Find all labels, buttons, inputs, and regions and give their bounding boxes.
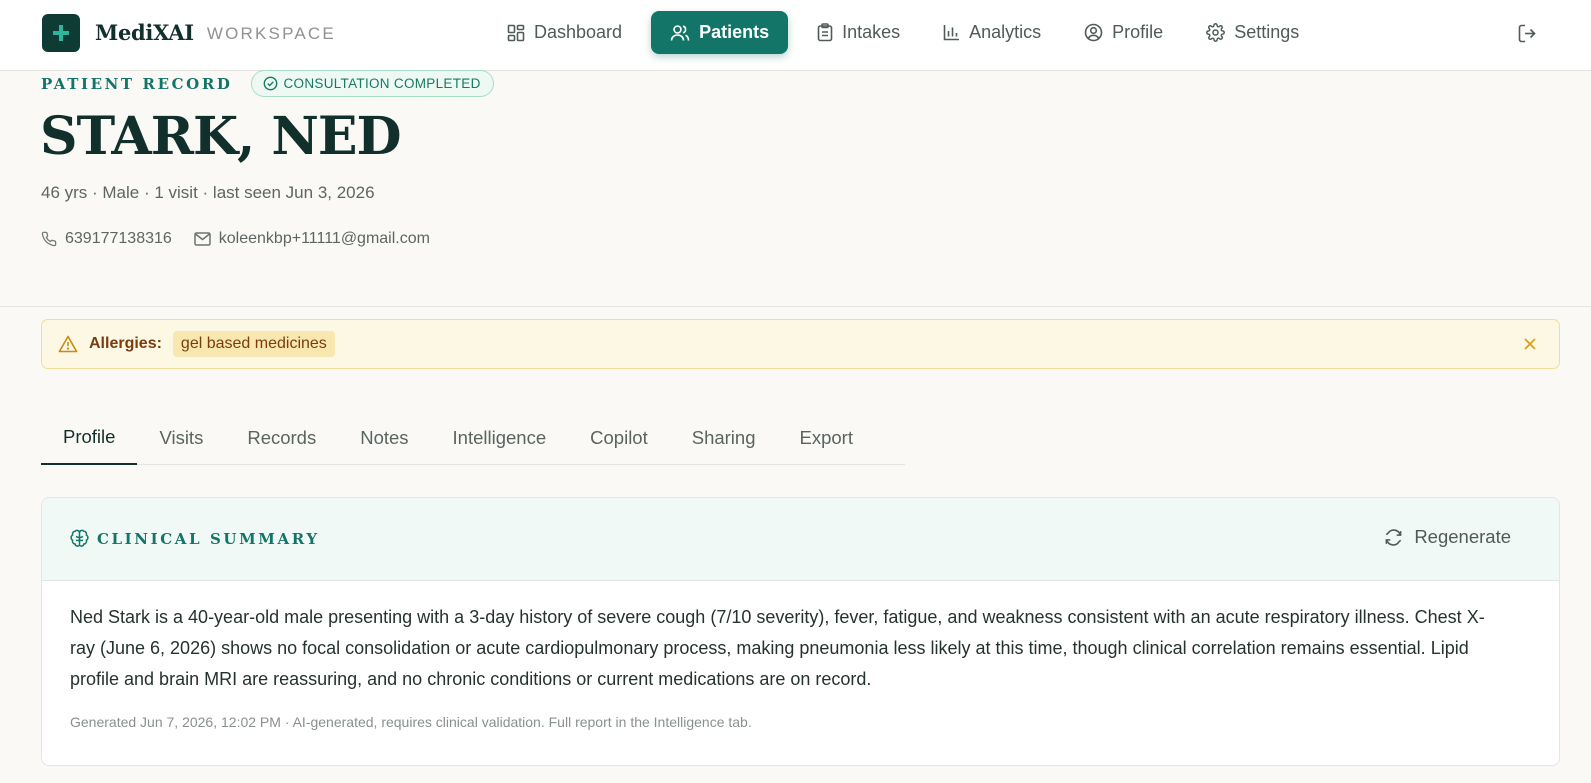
nav-label: Dashboard bbox=[534, 22, 623, 42]
nav-item-dashboard[interactable]: Dashboard bbox=[493, 11, 636, 54]
tab-profile[interactable]: Profile bbox=[41, 410, 138, 465]
tab-export[interactable]: Export bbox=[778, 410, 875, 465]
nav-item-analytics[interactable]: Analytics bbox=[929, 11, 1055, 54]
nav-label: Intakes bbox=[842, 22, 901, 42]
header-divider bbox=[0, 306, 1591, 307]
clinical-summary-card: CLINICAL SUMMARY Regenerate Ned Stark is… bbox=[41, 497, 1560, 766]
generated-footnote: Generated Jun 7, 2026, 12:02 PM · AI-gen… bbox=[70, 714, 752, 730]
clipboard-icon bbox=[817, 23, 833, 42]
tab-visits[interactable]: Visits bbox=[137, 410, 225, 465]
bar-chart-icon bbox=[943, 25, 960, 41]
allergy-chip: gel based medicines bbox=[172, 331, 335, 357]
plus-cross-icon bbox=[42, 13, 80, 52]
mail-icon bbox=[194, 232, 211, 246]
regenerate-label: Regenerate bbox=[1414, 526, 1511, 547]
users-icon bbox=[670, 24, 690, 41]
gear-icon bbox=[1206, 23, 1226, 42]
nav-item-profile[interactable]: Profile bbox=[1070, 11, 1177, 54]
logout-button[interactable] bbox=[1516, 22, 1538, 44]
close-icon[interactable] bbox=[1522, 336, 1538, 352]
tab-copilot[interactable]: Copilot bbox=[568, 410, 670, 465]
dashboard-icon bbox=[507, 24, 525, 41]
phone-contact[interactable]: 639177138316 bbox=[41, 230, 172, 248]
allergy-banner: Allergies: gel based medicines bbox=[41, 319, 1560, 369]
logout-icon bbox=[1518, 24, 1536, 42]
nav-item-patients[interactable]: Patients bbox=[651, 11, 789, 54]
nav-label: Patients bbox=[699, 22, 770, 42]
record-tabs: Profile Visits Records Notes Intelligenc… bbox=[41, 410, 905, 465]
warning-icon bbox=[58, 335, 78, 353]
phone-number: 639177138316 bbox=[65, 230, 172, 247]
allergy-label: Allergies: bbox=[89, 335, 162, 352]
refresh-icon bbox=[1385, 528, 1402, 546]
nav-label: Profile bbox=[1112, 22, 1164, 42]
page-title: STARK, NED bbox=[40, 106, 402, 167]
nav-item-intakes[interactable]: Intakes bbox=[803, 11, 914, 54]
phone-icon bbox=[41, 231, 57, 247]
check-circle-icon bbox=[263, 76, 277, 91]
top-navigation-bar: MediXAI WORKSPACE Dashboard Patients Int… bbox=[0, 0, 1591, 71]
regenerate-button[interactable]: Regenerate bbox=[1384, 526, 1511, 548]
card-header: CLINICAL SUMMARY Regenerate bbox=[42, 498, 1559, 581]
email-address: koleenkbp+11111@gmail.com bbox=[218, 230, 430, 247]
email-contact[interactable]: koleenkbp+11111@gmail.com bbox=[194, 230, 430, 248]
tab-sharing[interactable]: Sharing bbox=[670, 410, 778, 465]
user-circle-icon bbox=[1084, 23, 1103, 42]
nav-label: Analytics bbox=[969, 22, 1042, 42]
status-badge: CONSULTATION COMPLETED bbox=[250, 70, 494, 97]
brand[interactable]: MediXAI WORKSPACE bbox=[42, 13, 336, 52]
card-title: CLINICAL SUMMARY bbox=[70, 529, 320, 548]
nav-label: Settings bbox=[1234, 22, 1300, 42]
patient-demographics: 46 yrs · Male · 1 visit · last seen Jun … bbox=[41, 183, 375, 202]
tab-notes[interactable]: Notes bbox=[338, 410, 430, 465]
tab-records[interactable]: Records bbox=[225, 410, 338, 465]
patient-contacts: 639177138316 koleenkbp+11111@gmail.com bbox=[41, 230, 452, 248]
tab-intelligence[interactable]: Intelligence bbox=[431, 410, 569, 465]
eyebrow-label: PATIENT RECORD bbox=[41, 74, 233, 93]
brain-icon bbox=[70, 529, 89, 547]
brand-subtitle: WORKSPACE bbox=[206, 23, 336, 43]
patient-record-eyebrow: PATIENT RECORD CONSULTATION COMPLETED bbox=[41, 70, 494, 97]
status-text: CONSULTATION COMPLETED bbox=[283, 76, 481, 91]
nav-item-settings[interactable]: Settings bbox=[1192, 11, 1313, 54]
summary-text: Ned Stark is a 40-year-old male presenti… bbox=[70, 607, 1485, 689]
card-title-text: CLINICAL SUMMARY bbox=[97, 529, 320, 548]
brand-name: MediXAI bbox=[95, 20, 194, 45]
main-nav: Dashboard Patients Intakes Analytics Pro… bbox=[493, 11, 1328, 54]
